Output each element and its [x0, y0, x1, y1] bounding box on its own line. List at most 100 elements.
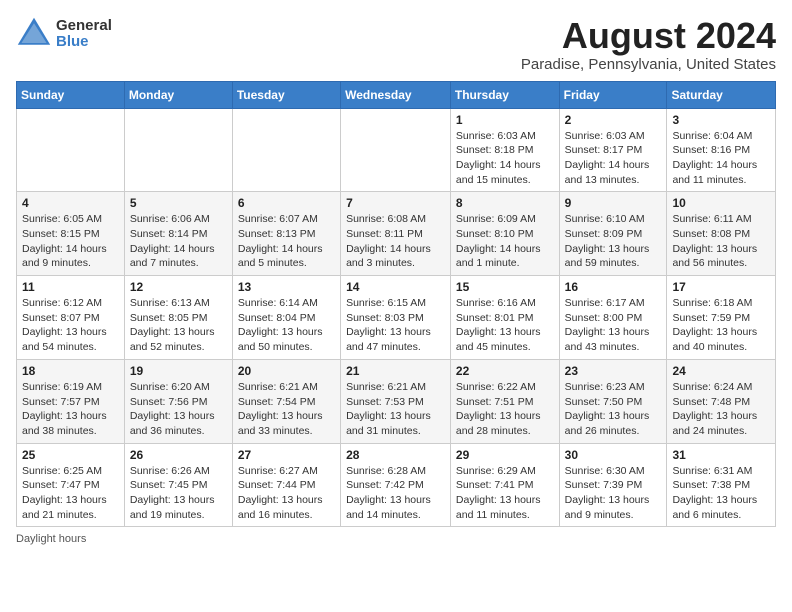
week-row-3: 18 Sunrise: 6:19 AMSunset: 7:57 PMDayligh…: [17, 359, 776, 443]
day-cell: 2Sunrise: 6:03 AMSunset: 8:17 PMDaylight…: [559, 108, 667, 192]
day-number: 4: [22, 196, 119, 210]
day-info: Sunrise: 6:22 AMSunset: 7:51 PMDaylight:…: [456, 380, 554, 439]
day-info: Sunrise: 6:21 AMSunset: 7:54 PMDaylight:…: [238, 380, 335, 439]
day-cell: 11 Sunrise: 6:12 AMSunset: 8:07 PMDayligh…: [17, 276, 125, 360]
day-number: 26: [130, 448, 227, 462]
header-row: SundayMondayTuesdayWednesdayThursdayFrid…: [17, 81, 776, 108]
day-cell: 12Sunrise: 6:13 AMSunset: 8:05 PMDayligh…: [124, 276, 232, 360]
day-number: 27: [238, 448, 335, 462]
day-cell: 16Sunrise: 6:17 AMSunset: 8:00 PMDayligh…: [559, 276, 667, 360]
day-cell: 29 Sunrise: 6:29 AMSunset: 7:41 PMDayligh…: [450, 443, 559, 527]
header-cell-tuesday: Tuesday: [232, 81, 340, 108]
day-info: Sunrise: 6:29 AMSunset: 7:41 PMDaylight:…: [456, 464, 554, 523]
day-info: Sunrise: 6:23 AMSunset: 7:50 PMDaylight:…: [565, 380, 662, 439]
day-cell: 4Sunrise: 6:05 AMSunset: 8:15 PMDaylight…: [17, 192, 125, 276]
day-number: 11: [22, 280, 119, 294]
week-row-4: 25Sunrise: 6:25 AMSunset: 7:47 PMDayligh…: [17, 443, 776, 527]
day-number: 20: [238, 364, 335, 378]
day-cell: 25Sunrise: 6:25 AMSunset: 7:47 PMDayligh…: [17, 443, 125, 527]
day-number: 17: [672, 280, 770, 294]
day-cell: 24 Sunrise: 6:24 AMSunset: 7:48 PMDayligh…: [667, 359, 776, 443]
day-number: 7: [346, 196, 445, 210]
day-number: 28: [346, 448, 445, 462]
day-cell: 22Sunrise: 6:22 AMSunset: 7:51 PMDayligh…: [450, 359, 559, 443]
day-cell: 27 Sunrise: 6:27 AMSunset: 7:44 PMDayligh…: [232, 443, 340, 527]
day-info: Sunrise: 6:30 AMSunset: 7:39 PMDaylight:…: [565, 464, 662, 523]
day-info: Sunrise: 6:26 AMSunset: 7:45 PMDaylight:…: [130, 464, 227, 523]
week-row-2: 11 Sunrise: 6:12 AMSunset: 8:07 PMDayligh…: [17, 276, 776, 360]
day-cell: 5 Sunrise: 6:06 AMSunset: 8:14 PMDaylight…: [124, 192, 232, 276]
day-number: 3: [672, 113, 770, 127]
day-number: 23: [565, 364, 662, 378]
day-cell: 26 Sunrise: 6:26 AMSunset: 7:45 PMDayligh…: [124, 443, 232, 527]
day-info: Sunrise: 6:24 AMSunset: 7:48 PMDaylight:…: [672, 380, 770, 439]
day-cell: 7 Sunrise: 6:08 AMSunset: 8:11 PMDaylight…: [341, 192, 451, 276]
header-cell-thursday: Thursday: [450, 81, 559, 108]
day-info: Sunrise: 6:08 AMSunset: 8:11 PMDaylight:…: [346, 212, 445, 271]
day-number: 21: [346, 364, 445, 378]
day-cell: 31 Sunrise: 6:31 AMSunset: 7:38 PMDayligh…: [667, 443, 776, 527]
day-cell: 13Sunrise: 6:14 AMSunset: 8:04 PMDayligh…: [232, 276, 340, 360]
day-cell: 18 Sunrise: 6:19 AMSunset: 7:57 PMDayligh…: [17, 359, 125, 443]
day-number: 10: [672, 196, 770, 210]
logo-general: General: [56, 18, 112, 35]
header-cell-wednesday: Wednesday: [341, 81, 451, 108]
day-info: Sunrise: 6:16 AMSunset: 8:01 PMDaylight:…: [456, 296, 554, 355]
day-number: 30: [565, 448, 662, 462]
calendar-table: SundayMondayTuesdayWednesdayThursdayFrid…: [16, 81, 776, 528]
logo-blue: Blue: [56, 34, 112, 51]
calendar-body: 1Sunrise: 6:03 AMSunset: 8:18 PMDaylight…: [17, 108, 776, 527]
calendar-title: August 2024: [521, 16, 776, 56]
day-cell: 8Sunrise: 6:09 AMSunset: 8:10 PMDaylight…: [450, 192, 559, 276]
day-cell: 3 Sunrise: 6:04 AMSunset: 8:16 PMDaylight…: [667, 108, 776, 192]
day-cell: 15 Sunrise: 6:16 AMSunset: 8:01 PMDayligh…: [450, 276, 559, 360]
day-number: 18: [22, 364, 119, 378]
day-number: 15: [456, 280, 554, 294]
header-cell-saturday: Saturday: [667, 81, 776, 108]
day-cell: 21 Sunrise: 6:21 AMSunset: 7:53 PMDayligh…: [341, 359, 451, 443]
day-info: Sunrise: 6:15 AMSunset: 8:03 PMDaylight:…: [346, 296, 445, 355]
day-cell: 28 Sunrise: 6:28 AMSunset: 7:42 PMDayligh…: [341, 443, 451, 527]
day-info: Sunrise: 6:20 AMSunset: 7:56 PMDaylight:…: [130, 380, 227, 439]
day-info: Sunrise: 6:12 AMSunset: 8:07 PMDaylight:…: [22, 296, 119, 355]
logo-text: General Blue: [56, 18, 112, 51]
day-info: Sunrise: 6:06 AMSunset: 8:14 PMDaylight:…: [130, 212, 227, 271]
day-info: Sunrise: 6:10 AMSunset: 8:09 PMDaylight:…: [565, 212, 662, 271]
day-info: Sunrise: 6:13 AMSunset: 8:05 PMDaylight:…: [130, 296, 227, 355]
day-cell: 1Sunrise: 6:03 AMSunset: 8:18 PMDaylight…: [450, 108, 559, 192]
header-cell-monday: Monday: [124, 81, 232, 108]
day-info: Sunrise: 6:19 AMSunset: 7:57 PMDaylight:…: [22, 380, 119, 439]
title-block: August 2024 Paradise, Pennsylvania, Unit…: [521, 16, 776, 73]
day-info: Sunrise: 6:31 AMSunset: 7:38 PMDaylight:…: [672, 464, 770, 523]
week-row-0: 1Sunrise: 6:03 AMSunset: 8:18 PMDaylight…: [17, 108, 776, 192]
day-number: 25: [22, 448, 119, 462]
day-cell: 30 Sunrise: 6:30 AMSunset: 7:39 PMDayligh…: [559, 443, 667, 527]
day-number: 24: [672, 364, 770, 378]
day-info: Sunrise: 6:18 AMSunset: 7:59 PMDaylight:…: [672, 296, 770, 355]
day-info: Sunrise: 6:03 AMSunset: 8:18 PMDaylight:…: [456, 129, 554, 188]
day-cell: 20 Sunrise: 6:21 AMSunset: 7:54 PMDayligh…: [232, 359, 340, 443]
calendar-header: SundayMondayTuesdayWednesdayThursdayFrid…: [17, 81, 776, 108]
day-number: 31: [672, 448, 770, 462]
logo-icon: [16, 16, 52, 52]
day-info: Sunrise: 6:07 AMSunset: 8:13 PMDaylight:…: [238, 212, 335, 271]
day-cell: [232, 108, 340, 192]
day-cell: 19 Sunrise: 6:20 AMSunset: 7:56 PMDayligh…: [124, 359, 232, 443]
day-info: Sunrise: 6:21 AMSunset: 7:53 PMDaylight:…: [346, 380, 445, 439]
day-info: Sunrise: 6:27 AMSunset: 7:44 PMDaylight:…: [238, 464, 335, 523]
day-number: 8: [456, 196, 554, 210]
day-info: Sunrise: 6:04 AMSunset: 8:16 PMDaylight:…: [672, 129, 770, 188]
header-cell-friday: Friday: [559, 81, 667, 108]
footer-text: Daylight hours: [16, 533, 86, 545]
day-number: 16: [565, 280, 662, 294]
week-row-1: 4Sunrise: 6:05 AMSunset: 8:15 PMDaylight…: [17, 192, 776, 276]
day-number: 13: [238, 280, 335, 294]
day-number: 29: [456, 448, 554, 462]
day-number: 14: [346, 280, 445, 294]
day-info: Sunrise: 6:03 AMSunset: 8:17 PMDaylight:…: [565, 129, 662, 188]
day-number: 19: [130, 364, 227, 378]
calendar-subtitle: Paradise, Pennsylvania, United States: [521, 56, 776, 73]
day-cell: 23 Sunrise: 6:23 AMSunset: 7:50 PMDayligh…: [559, 359, 667, 443]
day-number: 5: [130, 196, 227, 210]
day-info: Sunrise: 6:28 AMSunset: 7:42 PMDaylight:…: [346, 464, 445, 523]
